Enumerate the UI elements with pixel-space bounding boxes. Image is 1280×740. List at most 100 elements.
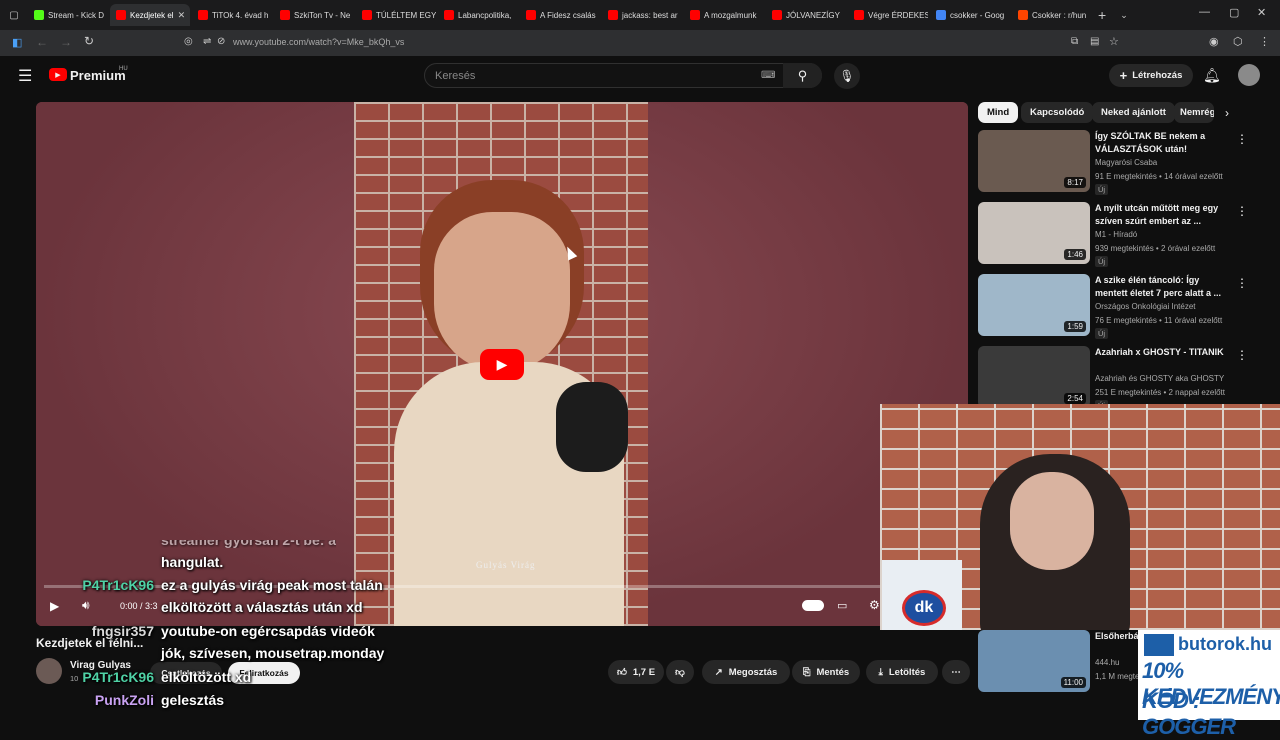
new-badge: Új xyxy=(1095,328,1109,339)
save-button[interactable]: ⎘ Mentés xyxy=(792,660,860,684)
search-button[interactable]: ⚲ xyxy=(783,63,822,88)
video-thumbnail[interactable]: 11:00 xyxy=(978,630,1090,692)
download-label: Letöltés xyxy=(888,666,926,678)
tune-icon[interactable]: ⇌ xyxy=(203,36,211,47)
dislike-button[interactable]: 👎︎ xyxy=(666,660,694,684)
browser-tab[interactable]: Kezdjetek el ✕ xyxy=(110,4,190,26)
voice-search-button[interactable]: 🎙 xyxy=(834,63,860,89)
url-field[interactable]: www.youtube.com/watch?v=Mke_bkQh_vs xyxy=(233,37,404,47)
browser-tab[interactable]: jackass: best ar xyxy=(602,4,682,26)
like-button[interactable]: 👍︎ 1,7 E xyxy=(608,660,664,684)
tab-favicon-icon xyxy=(362,10,372,20)
more-options-icon[interactable]: ⋮ xyxy=(1236,348,1248,362)
notifications-bell-icon[interactable]: 🔔︎ xyxy=(1203,67,1221,84)
forward-button[interactable]: → xyxy=(60,35,72,49)
bookmark-icon: ⎘ xyxy=(802,666,811,678)
tracking-icon[interactable]: ⊘ xyxy=(217,36,225,47)
recommended-channel[interactable]: Azahriah és GHOSTY aka GHOSTY xyxy=(1095,374,1224,383)
site-info-icon[interactable]: ◎ xyxy=(184,36,193,47)
browser-tab[interactable]: csokker - Goog xyxy=(930,4,1010,26)
recommended-channel[interactable]: Országos Onkológiai Intézet xyxy=(1095,302,1196,311)
recommended-video[interactable]: 2:54 Azahriah x GHOSTY - TITANIK Azahriah … xyxy=(978,346,1278,411)
video-thumbnail[interactable]: 1:59 xyxy=(978,274,1090,336)
more-options-icon[interactable]: ⋮ xyxy=(1236,204,1248,218)
back-button[interactable]: ← xyxy=(36,35,48,49)
extensions-icon[interactable]: ⬡ xyxy=(1233,35,1243,48)
browser-tab[interactable]: Labancpolitika, xyxy=(438,4,518,26)
chat-username: PunkZoli xyxy=(94,692,154,708)
recommended-title[interactable]: Azahriah x GHOSTY - TITANIK xyxy=(1095,346,1233,359)
tab-list: Stream - Kick D Kezdjetek el ✕ TiTOk 4. éva… xyxy=(28,4,1092,26)
recommended-video[interactable]: 8:17 Így SZÓLTAK BE nekem a VÁLASZTÁSOK u… xyxy=(978,130,1278,195)
reload-button[interactable]: ↻ xyxy=(84,34,94,48)
screenshot-icon[interactable]: ⧉ xyxy=(1071,36,1078,47)
maximize-button[interactable]: ▢ xyxy=(1229,6,1239,19)
search-input[interactable]: Keresés xyxy=(435,70,475,82)
recommended-channel[interactable]: 444.hu xyxy=(1095,658,1119,667)
share-icon: ↗ xyxy=(714,666,723,678)
hamburger-menu-icon[interactable]: ☰ xyxy=(18,66,32,86)
browser-tab[interactable]: Stream - Kick D xyxy=(28,4,108,26)
recommended-video[interactable]: 1:46 A nyílt utcán műtött meg egy szíven … xyxy=(978,202,1278,267)
tab-actions-icon[interactable]: ▢ xyxy=(0,10,28,21)
browser-tab[interactable]: TÚLÉLTEM EGY xyxy=(356,4,436,26)
recommended-title[interactable]: Így SZÓLTAK BE nekem a VÁLASZTÁSOK után! xyxy=(1095,130,1233,156)
browser-tab[interactable]: A mozgalmunk xyxy=(684,4,764,26)
plus-icon: + xyxy=(1119,68,1128,83)
more-options-icon[interactable]: ⋮ xyxy=(1236,276,1248,290)
more-actions-button[interactable]: ⋯ xyxy=(942,660,970,684)
browser-tab[interactable]: TiTOk 4. évad h xyxy=(192,4,272,26)
autoplay-toggle[interactable] xyxy=(802,600,824,611)
video-thumbnail[interactable]: 1:46 xyxy=(978,202,1090,264)
settings-gear-icon[interactable]: ⚙ xyxy=(869,598,880,612)
recommended-video[interactable]: 1:59 A szike élén táncoló: Így mentett él… xyxy=(978,274,1278,339)
new-tab-button[interactable]: + xyxy=(1098,7,1106,23)
create-button[interactable]: + Létrehozás xyxy=(1109,64,1193,87)
tab-favicon-icon xyxy=(936,10,946,20)
share-button[interactable]: ↗ Megosztás xyxy=(702,660,790,684)
chat-text: elköltözött xd xyxy=(161,669,252,685)
recommended-meta: 76 E megtekintés • 11 órával ezelőtt xyxy=(1095,316,1223,325)
duration-badge: 8:17 xyxy=(1064,177,1086,188)
download-button[interactable]: ⤓ Letöltés xyxy=(866,660,938,684)
browser-tab[interactable]: A Fidesz csalás xyxy=(520,4,600,26)
chevron-right-icon[interactable]: › xyxy=(1225,106,1229,120)
bookmark-star-icon[interactable]: ☆ xyxy=(1109,35,1119,48)
account-avatar[interactable] xyxy=(1238,64,1260,86)
video-thumbnail[interactable]: 8:17 xyxy=(978,130,1090,192)
recommended-title[interactable]: A nyílt utcán műtött meg egy szíven szúr… xyxy=(1095,202,1233,228)
recommended-channel[interactable]: Magyarósi Csaba xyxy=(1095,158,1157,167)
recommended-channel[interactable]: M1 - Híradó xyxy=(1095,230,1137,239)
tab-close-icon[interactable]: ✕ xyxy=(178,10,186,21)
subtitles-icon[interactable]: ▭ xyxy=(837,599,847,612)
more-options-icon[interactable]: ⋮ xyxy=(1236,132,1248,146)
browser-tab[interactable]: Végre ÉRDEKES xyxy=(848,4,928,26)
browser-tab-strip: ▢ Stream - Kick D Kezdjetek el ✕ TiTOk 4. é… xyxy=(0,0,1280,30)
tab-search-icon[interactable]: ⌄ xyxy=(1120,10,1128,21)
recommended-title[interactable]: A szike élén táncoló: Így mentett életet… xyxy=(1095,274,1233,300)
chip-related[interactable]: Kapcsolódó xyxy=(1021,102,1094,123)
youtube-logo-icon[interactable]: ▶ xyxy=(49,68,67,81)
chat-message: elköltözött a választás után xd xyxy=(40,599,363,615)
profile-icon[interactable]: ◉ xyxy=(1209,35,1219,48)
video-thumbnail[interactable]: 2:54 xyxy=(978,346,1090,408)
close-window-button[interactable]: ✕ xyxy=(1257,6,1266,19)
browser-tab[interactable]: Csokker : r/hun xyxy=(1012,4,1092,26)
keyboard-icon[interactable]: ⌨ xyxy=(761,70,775,81)
tab-label: jackass: best ar xyxy=(622,10,678,20)
chip-recent[interactable]: Nemrég xyxy=(1174,102,1214,123)
youtube-premium-brand: Premium xyxy=(70,68,126,83)
browser-tab[interactable]: JÓLVANEZÍGY xyxy=(766,4,846,26)
chip-recommended[interactable]: Neked ajánlott xyxy=(1092,102,1175,123)
search-box[interactable]: Keresés ⌨ xyxy=(424,63,822,88)
reader-icon[interactable]: ▤ xyxy=(1090,36,1099,47)
big-play-button[interactable]: ▶ xyxy=(480,349,524,380)
thumbs-up-icon: 👍︎ xyxy=(616,667,627,678)
minimize-button[interactable]: — xyxy=(1199,6,1210,18)
chip-all[interactable]: Mind xyxy=(978,102,1019,123)
browser-tab[interactable]: SzkiTon Tv - Ne xyxy=(274,4,354,26)
menu-dots-icon[interactable]: ⋮ xyxy=(1259,35,1270,48)
sidebar-icon[interactable]: ◧ xyxy=(12,36,22,49)
tab-label: Labancpolitika, xyxy=(458,10,512,20)
streamer-webcam: dk xyxy=(880,404,1280,630)
